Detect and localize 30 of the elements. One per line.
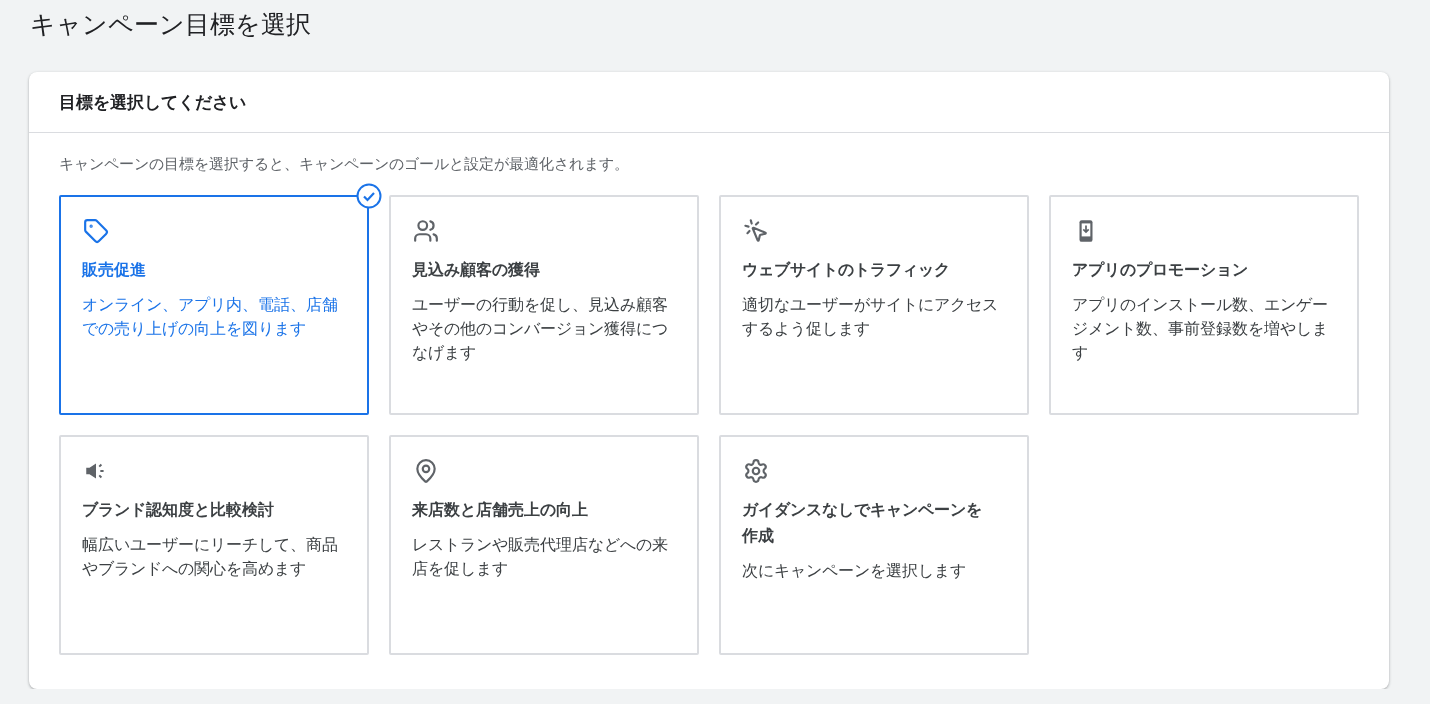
- goal-title: 見込み顧客の獲得: [412, 259, 541, 281]
- card-description: キャンペーンの目標を選択すると、キャンペーンのゴールと設定が最適化されます。: [59, 154, 630, 175]
- location-pin-icon: [413, 458, 439, 484]
- goal-description: 次にキャンペーンを選択します: [742, 561, 967, 582]
- goal-option[interactable]: 来店数と店舗売上の向上 レストランや販売代理店などへの来店を促します: [389, 435, 699, 655]
- goal-option[interactable]: ウェブサイトのトラフィック 適切なユーザーがサイトにアクセスするよう促します: [719, 195, 1029, 415]
- check-icon: [356, 183, 382, 209]
- goal-option[interactable]: ブランド認知度と比較検討 幅広いユーザーにリーチして、商品やブランドへの関心を高めます: [59, 435, 369, 655]
- goal-description: ユーザーの行動を促し、見込み顧客やその他のコンバージョン獲得につなげます: [412, 295, 669, 364]
- goal-title: 来店数と店舗売上の向上: [412, 499, 589, 521]
- page-title: キャンペーン目標を選択: [30, 9, 312, 41]
- tag-icon: [83, 218, 109, 244]
- pointer-click-icon: [743, 218, 769, 244]
- goal-description: アプリのインストール数、エンゲージメント数、事前登録数を増やします: [1072, 295, 1329, 364]
- goal-description: 適切なユーザーがサイトにアクセスするよう促します: [742, 295, 999, 340]
- goal-option[interactable]: アプリのプロモーション アプリのインストール数、エンゲージメント数、事前登録数を増やします: [1049, 195, 1359, 415]
- goal-option[interactable]: 見込み顧客の獲得 ユーザーの行動を促し、見込み顧客やその他のコンバージョン獲得につなげます: [389, 195, 699, 415]
- goal-option[interactable]: ガイダンスなしでキャンペーンを作成 次にキャンペーンを選択します: [719, 435, 1029, 655]
- goal-title: ガイダンスなしでキャンペーンを作成: [742, 499, 983, 547]
- goal-option[interactable]: 販売促進 オンライン、アプリ内、電話、店舗での売り上げの向上を図ります: [59, 195, 369, 415]
- goal-description: オンライン、アプリ内、電話、店舗での売り上げの向上を図ります: [82, 295, 339, 340]
- goal-title: ブランド認知度と比較検討: [82, 499, 275, 521]
- goal-title: アプリのプロモーション: [1072, 259, 1249, 281]
- goal-description: 幅広いユーザーにリーチして、商品やブランドへの関心を高めます: [82, 535, 339, 580]
- goal-title: ウェブサイトのトラフィック: [742, 259, 951, 281]
- goal-description: レストランや販売代理店などへの来店を促します: [412, 535, 669, 580]
- card-title: 目標を選択してください: [59, 90, 246, 114]
- people-icon: [413, 218, 439, 244]
- settings-icon: [743, 458, 769, 484]
- goal-title: 販売促進: [82, 259, 147, 281]
